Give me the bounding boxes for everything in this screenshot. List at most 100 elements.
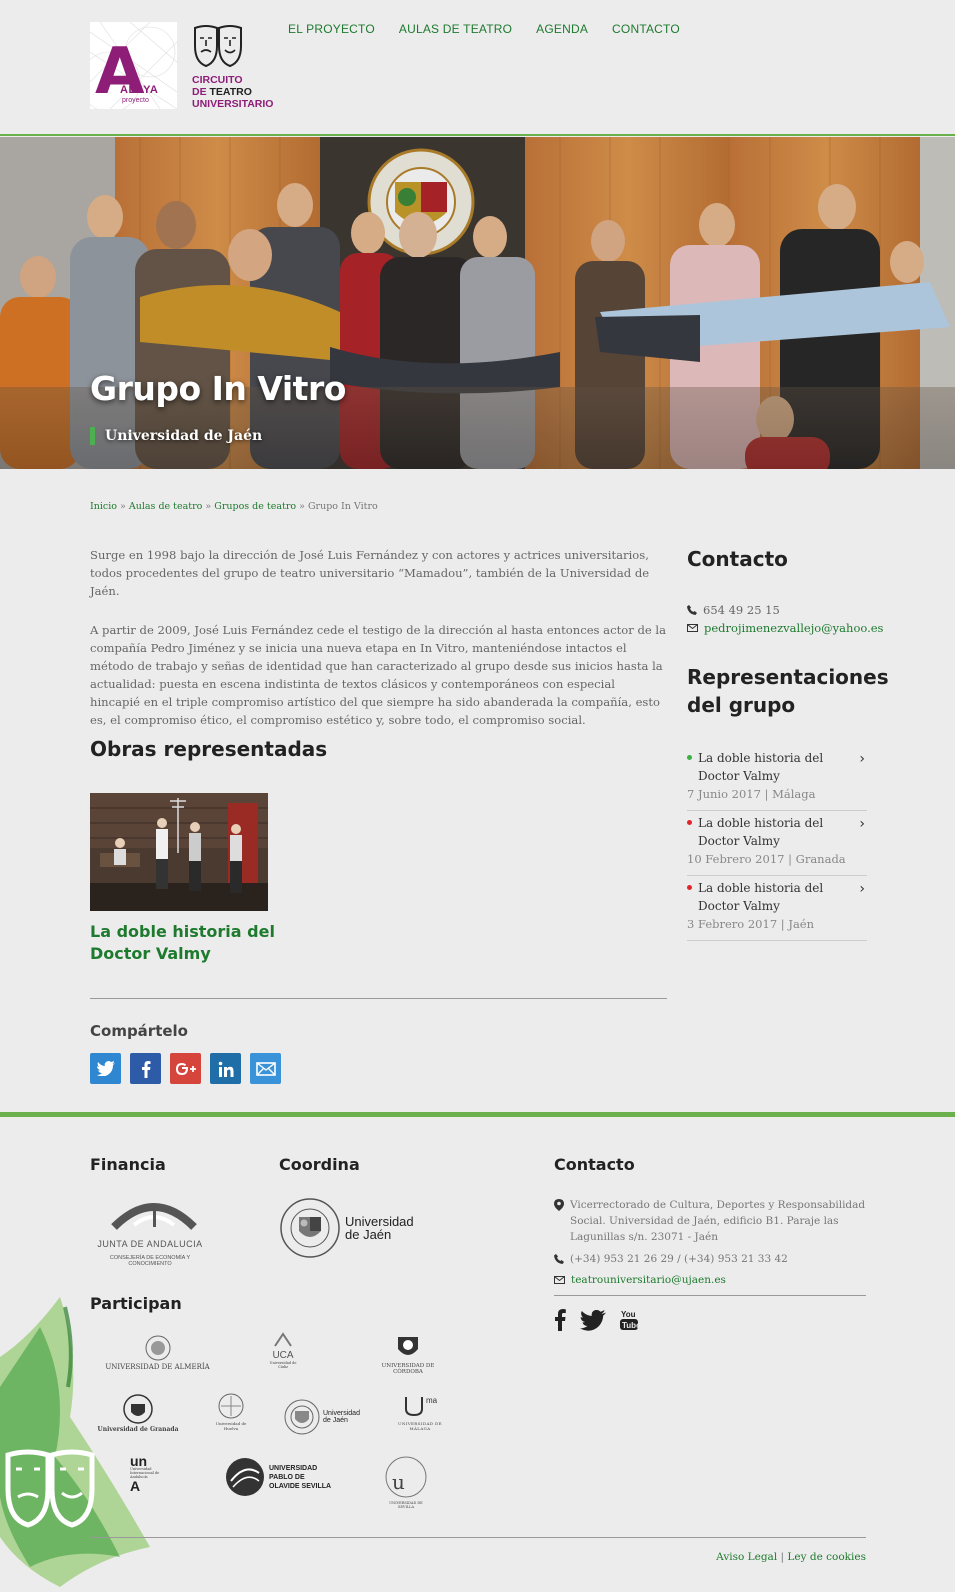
university-name: Universidad de Granada [97, 1426, 179, 1433]
twitter-icon [96, 1061, 115, 1076]
circuito-logo[interactable]: CIRCUITO DE TEATRO UNIVERSITARIO [192, 24, 282, 114]
alaya-logo[interactable]: A ALAYA proyecto [90, 22, 177, 109]
unia-mark-a: A [130, 1478, 141, 1494]
aviso-legal-link[interactable]: Aviso Legal [716, 1551, 777, 1563]
description-paragraph-1: Surge en 1998 bajo la dirección de José … [90, 548, 650, 598]
hero-group-photo [0, 137, 955, 469]
representation-title: La doble historia del Doctor Valmy [698, 816, 824, 848]
work-title-link[interactable]: La doble historia del Doctor Valmy [90, 921, 290, 965]
share-heading: Compártelo [90, 1022, 188, 1040]
nav-el-proyecto[interactable]: EL PROYECTO [288, 22, 375, 36]
stage-photo [90, 793, 268, 911]
footer-email-link[interactable]: teatrouniversitario@ujaen.es [571, 1272, 726, 1288]
breadcrumb-inicio[interactable]: Inicio [90, 501, 117, 512]
junta-andalucia-sub: CONSEJERÍA DE ECONOMÍA Y CONOCIMIENTO [109, 1255, 191, 1267]
representation-meta: 3 Febrero 2017 | Jaén [687, 917, 815, 931]
universidad-jaen-text: Universidad de Jaén [345, 1215, 414, 1241]
footer-phones-text: (+34) 953 21 26 29 / (+34) 953 21 33 42 [570, 1253, 788, 1265]
breadcrumb-grupos-de-teatro[interactable]: Grupos de teatro [214, 501, 296, 512]
university-sevilla-logo[interactable]: u UNIVERSIDAD DE SEVILLA [382, 1455, 430, 1509]
location-pin-icon [554, 1199, 564, 1211]
university-name: UNIVERSIDAD DE ALMERÍA [105, 1363, 210, 1371]
work-thumbnail[interactable] [90, 793, 268, 911]
sidebar-phone-number: 654 49 25 15 [703, 603, 780, 617]
breadcrumb-aulas-de-teatro[interactable]: Aulas de teatro [129, 501, 202, 512]
footer-contact-heading: Contacto [554, 1155, 635, 1174]
universidad-jaen-logo[interactable]: Universidad de Jaén [279, 1195, 424, 1261]
share-google-plus-button[interactable] [170, 1053, 201, 1084]
nav-agenda[interactable]: AGENDA [536, 22, 588, 36]
page-subtitle: Universidad de Jaén [90, 427, 262, 445]
representation-city: Granada [795, 852, 846, 866]
university-granada-logo[interactable]: Universidad de Granada [93, 1394, 183, 1433]
sidebar-contact-heading: Contacto [687, 547, 788, 571]
share-facebook-button[interactable] [130, 1053, 161, 1084]
content-divider [90, 998, 667, 999]
huelva-seal-icon [218, 1393, 244, 1419]
university-almeria-logo[interactable]: UNIVERSIDAD DE ALMERÍA [100, 1335, 215, 1371]
facebook-icon[interactable] [554, 1309, 566, 1331]
svg-text:Tube: Tube [622, 1321, 638, 1330]
representation-title: La doble historia del Doctor Valmy [698, 751, 824, 783]
footer-email: teatrouniversitario@ujaen.es [554, 1272, 726, 1288]
footer-legal-links: Aviso Legal | Ley de cookies [716, 1551, 866, 1563]
universidad-jaen-line2: de Jaén [345, 1227, 392, 1242]
university-cordoba-logo[interactable]: UNIVERSIDAD DE CÓRDOBA [372, 1333, 444, 1375]
university-pablo-olavide-logo[interactable]: UNIVERSIDAD PABLO DE OLAVIDE SEVILLA [225, 1457, 335, 1497]
cookies-link[interactable]: Ley de cookies [787, 1551, 866, 1563]
facebook-icon [141, 1060, 150, 1078]
main-navigation: EL PROYECTO AULAS DE TEATRO AGENDA CONTA… [288, 22, 680, 36]
breadcrumb-separator: » [205, 501, 212, 512]
phone-icon [554, 1254, 564, 1264]
sidebar-phone: 654 49 25 15 [687, 603, 780, 617]
email-icon [255, 1061, 276, 1076]
status-dot [687, 820, 692, 825]
svg-text:ma: ma [426, 1396, 438, 1405]
university-huelva-logo[interactable]: Universidad de Huelva [214, 1393, 248, 1431]
breadcrumb-current: Grupo In Vitro [307, 501, 378, 512]
sidebar-email-link[interactable]: pedrojimenezvallejo@yahoo.es [704, 621, 883, 635]
representation-item[interactable]: La doble historia del Doctor Valmy 3 Feb… [687, 876, 867, 941]
sidebar-email: pedrojimenezvallejo@yahoo.es [687, 621, 883, 635]
share-email-button[interactable] [250, 1053, 281, 1084]
youtube-icon[interactable]: You Tube [620, 1309, 638, 1331]
representation-city: Málaga [772, 787, 816, 801]
representation-title: La doble historia del Doctor Valmy [698, 881, 824, 913]
logo-alaya-word: ALAYA [120, 84, 159, 96]
description-paragraph-2: A partir de 2009, José Luis Fernández ce… [90, 623, 667, 727]
junta-andalucia-arc-icon [111, 1203, 197, 1230]
university-malaga-logo[interactable]: ma UNIVERSIDAD DE MÁLAGA [398, 1393, 442, 1431]
footer-financia-heading: Financia [90, 1155, 166, 1174]
cadiz-emblem-icon [274, 1332, 292, 1347]
linkedin-icon [218, 1061, 233, 1077]
page-title: Grupo In Vitro [90, 369, 346, 408]
representations-list: La doble historia del Doctor Valmy 7 Jun… [687, 746, 867, 941]
representation-date: 3 Febrero 2017 [687, 917, 778, 931]
university-unia-logo[interactable]: un Universidad Internacional de Andalucí… [130, 1454, 176, 1494]
logo-circuito-line1: CIRCUITO [192, 74, 243, 86]
university-cadiz-logo[interactable]: UCA Universidad de Cádiz [268, 1332, 298, 1369]
share-twitter-button[interactable] [90, 1053, 121, 1084]
footer-coordina-heading: Coordina [279, 1155, 360, 1174]
chevron-right-icon: › [859, 816, 865, 832]
junta-andalucia-logo[interactable]: JUNTA DE ANDALUCIA CONSEJERÍA DE ECONOMÍ… [90, 1195, 220, 1267]
footer-contact-divider [554, 1295, 866, 1296]
footer-phones: (+34) 953 21 26 29 / (+34) 953 21 33 42 [554, 1251, 788, 1267]
university-name: UNIVERSIDAD DE CÓRDOBA [381, 1363, 435, 1375]
share-linkedin-button[interactable] [210, 1053, 241, 1084]
twitter-icon[interactable] [580, 1309, 606, 1331]
university-seal-icon [280, 1198, 340, 1258]
logo-proyecto-word: proyecto [122, 97, 149, 104]
theatre-masks-icon [194, 25, 242, 68]
breadcrumb-separator: » [299, 501, 305, 512]
university-jaen-small-logo[interactable]: Universidad de Jaén [284, 1399, 370, 1435]
representation-item[interactable]: La doble historia del Doctor Valmy 7 Jun… [687, 746, 867, 811]
representation-item[interactable]: La doble historia del Doctor Valmy 10 Fe… [687, 811, 867, 876]
hero-banner: Grupo In Vitro Universidad de Jaén [0, 137, 955, 469]
chevron-right-icon: › [859, 751, 865, 767]
nav-contacto[interactable]: CONTACTO [612, 22, 680, 36]
sevilla-seal-icon: u [385, 1456, 427, 1498]
share-buttons [90, 1053, 281, 1084]
university-name: UNIVERSIDAD DE MÁLAGA [398, 1421, 442, 1431]
nav-aulas-de-teatro[interactable]: AULAS DE TEATRO [399, 22, 512, 36]
